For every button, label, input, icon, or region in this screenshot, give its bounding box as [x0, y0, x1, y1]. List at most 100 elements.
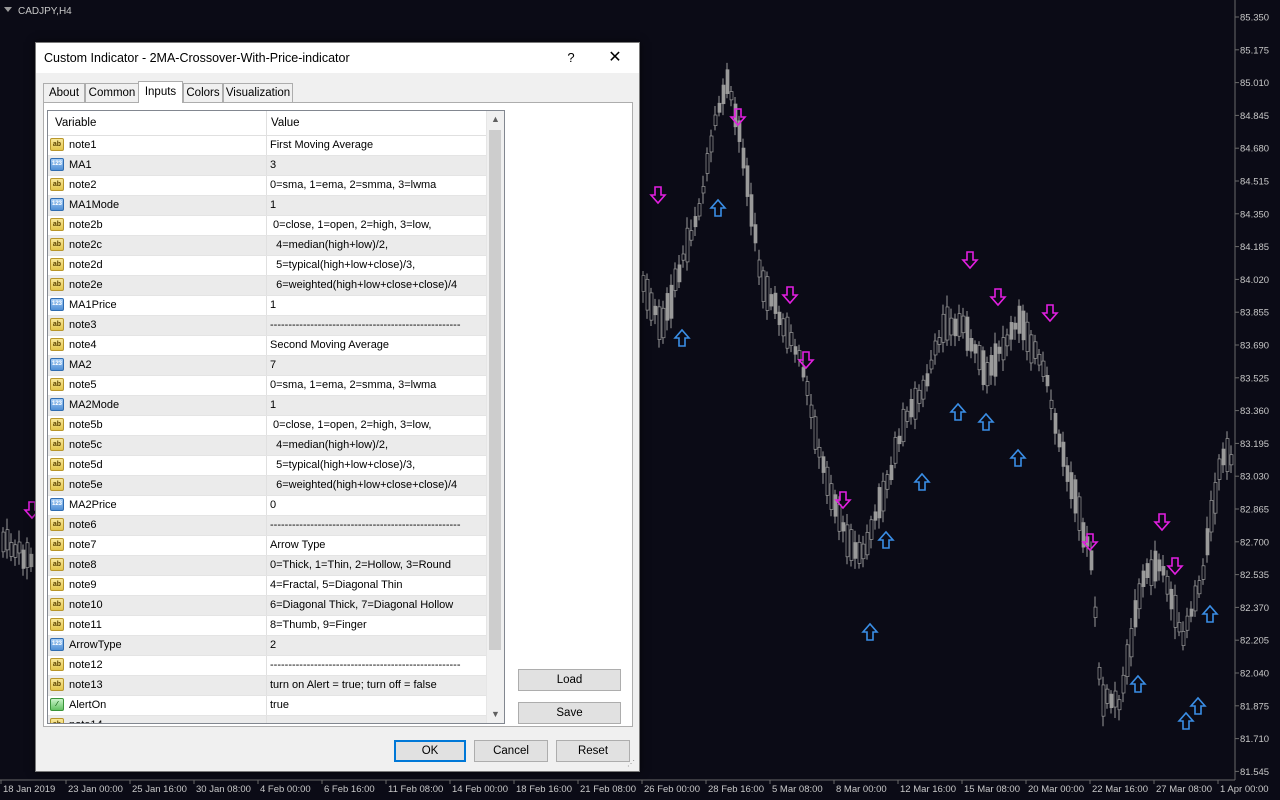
table-row[interactable]: ab note1 First Moving Average — [48, 136, 486, 156]
value-cell[interactable]: 1 — [270, 399, 276, 411]
table-row[interactable]: ab note2d 5=typical(high+low+close)/3, — [48, 256, 486, 276]
candle — [685, 227, 690, 263]
value-cell[interactable]: 4=median(high+low)/2, — [270, 239, 388, 251]
string-type-icon: ab — [50, 578, 64, 591]
value-cell[interactable]: First Moving Average — [270, 139, 373, 151]
close-button[interactable]: ✕ — [600, 47, 630, 69]
table-row[interactable]: ab note2b 0=close, 1=open, 2=high, 3=low, — [48, 216, 486, 236]
value-cell[interactable]: 6=Diagonal Thick, 7=Diagonal Hollow — [270, 599, 453, 611]
cancel-button[interactable]: Cancel — [474, 740, 548, 762]
string-type-icon: ab — [50, 238, 64, 251]
variable-cell: ab note2d — [48, 256, 267, 275]
table-row[interactable]: ab note13 turn on Alert = true; turn off =… — [48, 676, 486, 696]
value-cell[interactable]: 5=typical(high+low+close)/3, — [270, 259, 415, 271]
help-button[interactable]: ? — [556, 47, 586, 69]
table-row[interactable]: ab note5e 6=weighted(high+low+close+close… — [48, 476, 486, 496]
table-row[interactable]: ab note8 0=Thick, 1=Thin, 2=Hollow, 3=Roun… — [48, 556, 486, 576]
table-row[interactable]: ab note2e 6=weighted(high+low+close+close… — [48, 276, 486, 296]
scroll-thumb[interactable] — [489, 130, 501, 650]
tab-colors[interactable]: Colors — [183, 83, 223, 102]
ok-button[interactable]: OK — [394, 740, 466, 762]
value-cell[interactable]: 1 — [270, 299, 276, 311]
table-row[interactable]: 123 MA1Mode 1 — [48, 196, 486, 216]
grid-scrollbar[interactable]: ▲ ▼ — [486, 111, 504, 723]
load-button[interactable]: Load — [518, 669, 621, 691]
tab-visualization[interactable]: Visualization — [223, 83, 293, 102]
table-row[interactable]: ab note11 8=Thumb, 9=Finger — [48, 616, 486, 636]
candle — [817, 447, 822, 458]
number-type-icon: 123 — [50, 298, 64, 311]
table-row[interactable]: ab note7 Arrow Type — [48, 536, 486, 556]
value-cell[interactable]: 6=weighted(high+low+close+close)/4 — [270, 479, 457, 491]
string-type-icon: ab — [50, 558, 64, 571]
value-cell[interactable]: 0=sma, 1=ema, 2=smma, 3=lwma — [270, 379, 436, 391]
value-cell[interactable]: 0=Thick, 1=Thin, 2=Hollow, 3=Round — [270, 559, 451, 571]
candle — [861, 543, 866, 560]
value-cell[interactable]: 8=Thumb, 9=Finger — [270, 619, 367, 631]
candle — [849, 529, 854, 561]
value-cell[interactable]: 4=Fractal, 5=Diagonal Thin — [270, 579, 403, 591]
table-row[interactable]: ab note12 --------------------------------… — [48, 656, 486, 676]
candle — [973, 344, 978, 354]
tab-common[interactable]: Common — [85, 83, 139, 102]
value-cell[interactable]: ----------------------------------------… — [270, 659, 460, 671]
candle — [885, 474, 890, 490]
table-row[interactable]: ab note2c 4=median(high+low)/2, — [48, 236, 486, 256]
table-row[interactable]: ab note9 4=Fractal, 5=Diagonal Thin — [48, 576, 486, 596]
table-row[interactable]: 123 MA2Price 0 — [48, 496, 486, 516]
table-row[interactable]: 123 MA1 3 — [48, 156, 486, 176]
table-row[interactable]: ab note5c 4=median(high+low)/2, — [48, 436, 486, 456]
candle — [1065, 465, 1070, 482]
table-row[interactable]: ab note5 0=sma, 1=ema, 2=smma, 3=lwma — [48, 376, 486, 396]
table-row[interactable]: ab note14 — [48, 716, 486, 723]
tab-about[interactable]: About — [43, 83, 85, 102]
table-row[interactable]: 123 MA2Mode 1 — [48, 396, 486, 416]
dialog-titlebar[interactable]: Custom Indicator - 2MA-Crossover-With-Pr… — [36, 43, 639, 73]
value-cell[interactable]: ----------------------------------------… — [270, 319, 460, 331]
value-cell[interactable]: Second Moving Average — [270, 339, 389, 351]
candle — [25, 542, 30, 568]
value-cell[interactable]: 0=sma, 1=ema, 2=smma, 3=lwma — [270, 179, 436, 191]
value-cell[interactable]: 1 — [270, 199, 276, 211]
value-cell[interactable]: Arrow Type — [270, 539, 325, 551]
value-cell[interactable]: turn on Alert = true; turn off = false — [270, 679, 437, 691]
table-row[interactable]: ab note5d 5=typical(high+low+close)/3, — [48, 456, 486, 476]
table-row[interactable]: ⁄ AlertOn true — [48, 696, 486, 716]
candle — [913, 387, 918, 420]
variable-cell: ab note1 — [48, 136, 267, 155]
value-cell[interactable]: 0=close, 1=open, 2=high, 3=low, — [270, 419, 431, 431]
value-cell[interactable]: 6=weighted(high+low+close+close)/4 — [270, 279, 457, 291]
table-row[interactable]: ab note3 ---------------------------------… — [48, 316, 486, 336]
value-cell[interactable]: 3 — [270, 159, 276, 171]
candle — [1201, 565, 1206, 580]
value-cell[interactable]: 7 — [270, 359, 276, 371]
resize-grip-icon[interactable]: ⋰ — [627, 759, 637, 769]
candle — [669, 284, 674, 319]
value-cell[interactable]: 2 — [270, 639, 276, 651]
table-row[interactable]: 123 MA2 7 — [48, 356, 486, 376]
table-row[interactable]: ab note2 0=sma, 1=ema, 2=smma, 3=lwma — [48, 176, 486, 196]
scroll-down-icon[interactable]: ▼ — [487, 706, 504, 723]
inputs-grid[interactable]: Variable Value ab note1 First Moving Avera… — [47, 110, 505, 724]
table-row[interactable]: 123 MA1Price 1 — [48, 296, 486, 316]
table-row[interactable]: ab note4 Second Moving Average — [48, 336, 486, 356]
header-value[interactable]: Value — [271, 117, 300, 129]
value-cell[interactable]: 4=median(high+low)/2, — [270, 439, 388, 451]
tab-inputs[interactable]: Inputs — [138, 81, 183, 103]
variable-cell: ab note5e — [48, 476, 267, 495]
table-row[interactable]: 123 ArrowType 2 — [48, 636, 486, 656]
scroll-up-icon[interactable]: ▲ — [487, 111, 504, 128]
table-row[interactable]: ab note6 ---------------------------------… — [48, 516, 486, 536]
table-row[interactable]: ab note10 6=Diagonal Thick, 7=Diagonal Hol… — [48, 596, 486, 616]
value-cell[interactable]: 0 — [270, 499, 276, 511]
value-cell[interactable]: true — [270, 699, 289, 711]
save-button[interactable]: Save — [518, 702, 621, 724]
price-label: 82.370 — [1240, 603, 1269, 614]
value-cell[interactable]: ----------------------------------------… — [270, 519, 460, 531]
value-cell[interactable]: 5=typical(high+low+close)/3, — [270, 459, 415, 471]
header-variable[interactable]: Variable — [55, 117, 96, 129]
price-label: 84.020 — [1240, 275, 1269, 286]
table-row[interactable]: ab note5b 0=close, 1=open, 2=high, 3=low, — [48, 416, 486, 436]
reset-button[interactable]: Reset — [556, 740, 630, 762]
value-cell[interactable]: 0=close, 1=open, 2=high, 3=low, — [270, 219, 431, 231]
